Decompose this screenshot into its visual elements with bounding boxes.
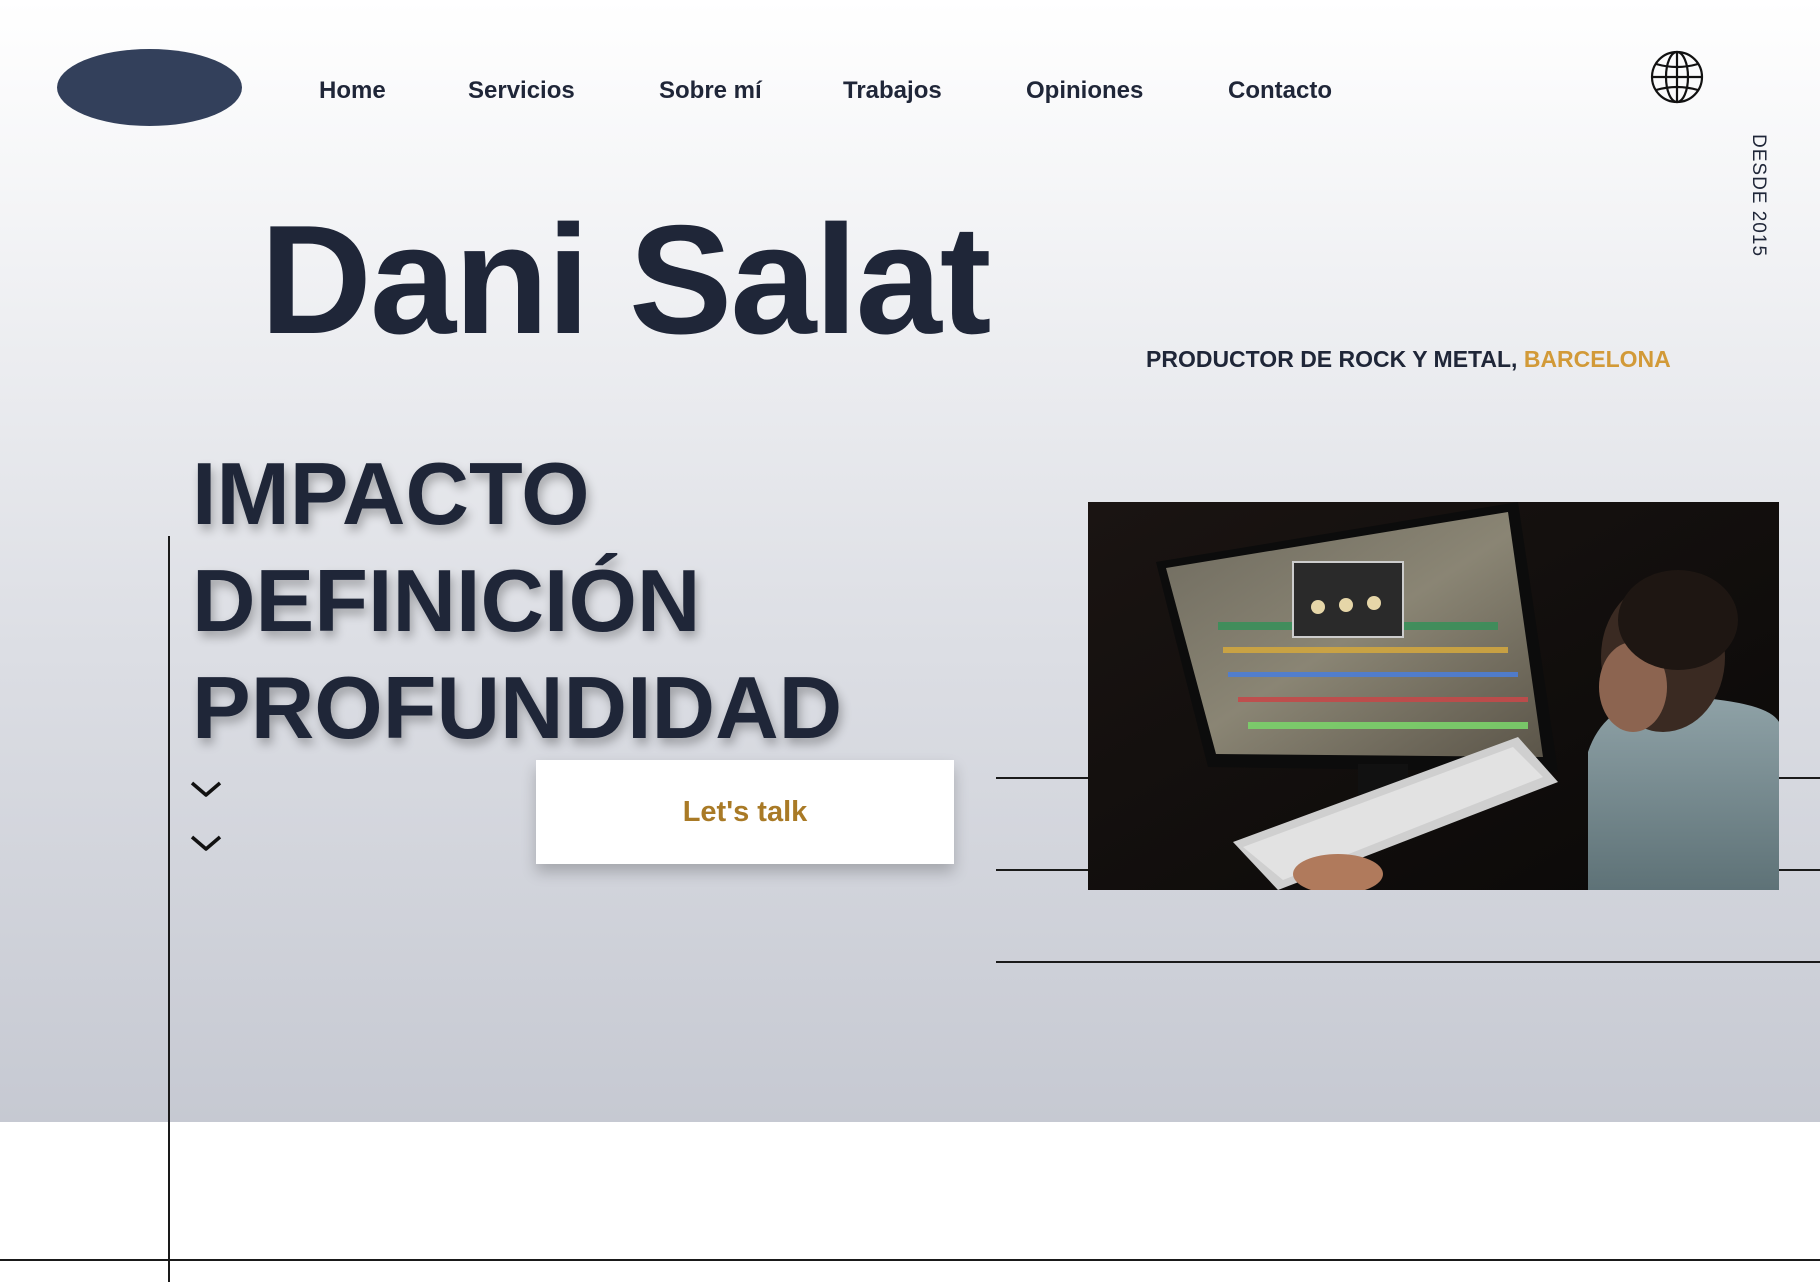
nav-servicios[interactable]: Servicios <box>468 76 575 106</box>
chevron-down-icon[interactable] <box>189 832 223 854</box>
since-label: DESDE 2015 <box>1748 134 1769 258</box>
nav-opiniones[interactable]: Opiniones <box>1026 76 1143 106</box>
nav-sobre-mi[interactable]: Sobre mí <box>659 76 762 106</box>
lets-talk-button[interactable]: Let's talk <box>536 760 954 864</box>
keyword: PROFUNDIDAD <box>192 658 843 757</box>
keyword: IMPACTO <box>192 444 590 543</box>
hero-keywords: IMPACTO DEFINICIÓN PROFUNDIDAD <box>192 440 842 761</box>
site-logo[interactable] <box>57 49 242 126</box>
keyword: DEFINICIÓN <box>192 551 701 650</box>
divider <box>168 536 170 1282</box>
globe-icon[interactable] <box>1649 49 1705 105</box>
tagline-role: PRODUCTOR DE ROCK Y METAL, <box>1146 346 1524 372</box>
tagline: PRODUCTOR DE ROCK Y METAL, BARCELONA <box>1146 346 1671 373</box>
divider <box>0 1259 1820 1261</box>
nav-home[interactable]: Home <box>319 76 386 106</box>
tagline-city: BARCELONA <box>1523 346 1671 372</box>
chevron-down-icon[interactable] <box>189 778 223 800</box>
nav-contacto[interactable]: Contacto <box>1228 76 1332 106</box>
studio-photo <box>1088 502 1779 890</box>
nav-trabajos[interactable]: Trabajos <box>843 76 942 106</box>
divider <box>996 961 1820 963</box>
page-title: Dani Salat <box>260 193 991 366</box>
